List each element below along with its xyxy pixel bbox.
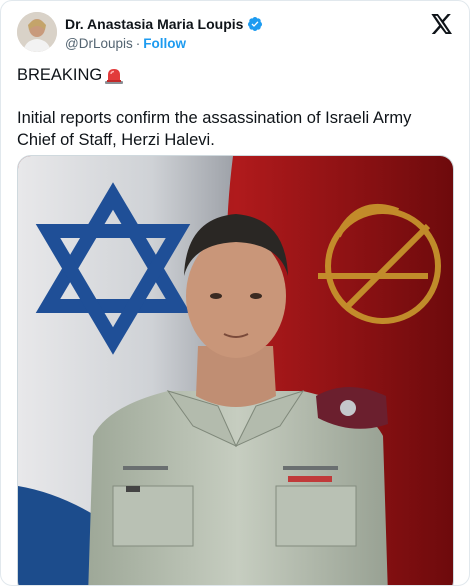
tweet-header: Dr. Anastasia Maria Loupis @DrLoupis · Fol… [17,12,453,56]
tweet-media-photo[interactable] [17,155,454,585]
tweet-text-line-2: Initial reports confirm the assassinatio… [17,109,412,149]
author-name-row: Dr. Anastasia Maria Loupis [65,15,263,33]
author-handle-row: @DrLoupis · Follow [65,35,186,53]
separator-dot: · [135,36,141,51]
follow-button[interactable]: Follow [143,36,186,51]
officer-portrait-image [18,156,453,585]
verified-badge-icon [248,17,263,31]
police-siren-icon [105,69,124,84]
avatar[interactable] [17,12,57,52]
author-display-name[interactable]: Dr. Anastasia Maria Loupis [65,15,243,33]
breaking-label: BREAKING [17,66,103,84]
author-handle[interactable]: @DrLoupis [65,36,133,51]
tweet-card: Dr. Anastasia Maria Loupis @DrLoupis · Fol… [0,0,470,586]
x-logo-icon[interactable] [431,14,453,34]
tweet-text-line-1: BREAKING [17,64,453,86]
